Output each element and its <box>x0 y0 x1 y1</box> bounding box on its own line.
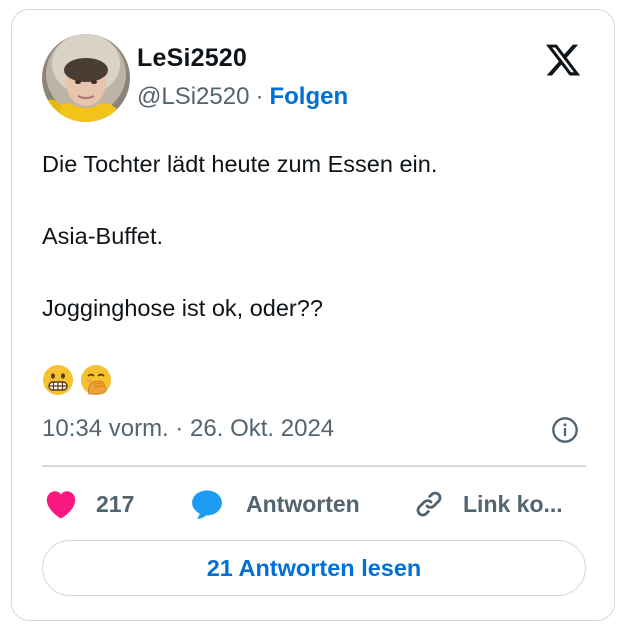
tweet-line: Jogginghose ist ok, oder?? <box>42 295 323 321</box>
tweet-embed-card: LeSi2520 @LSi2520 · Folgen Die Tochter läd… <box>11 9 615 621</box>
avatar[interactable] <box>42 34 130 122</box>
like-count: 217 <box>96 490 135 517</box>
read-replies-button[interactable]: 21 Antworten lesen <box>42 540 586 596</box>
x-logo-icon[interactable] <box>543 41 583 79</box>
link-icon <box>416 491 442 517</box>
face-with-hand-over-mouth-icon <box>80 364 112 396</box>
like-button[interactable]: 217 <box>44 484 134 524</box>
tweet-line: Asia-Buffet. <box>42 223 164 249</box>
display-name[interactable]: LeSi2520 <box>137 44 247 73</box>
handle-row: @LSi2520 · Folgen <box>137 83 348 111</box>
tweet-text: Die Tochter lädt heute zum Essen ein. As… <box>42 148 582 324</box>
copy-link-label: Link ko... <box>463 490 563 517</box>
copy-link-button[interactable]: Link ko... <box>413 484 563 524</box>
grimacing-face-icon <box>42 364 74 396</box>
follow-link[interactable]: Folgen <box>269 83 348 110</box>
emoji-row <box>42 364 114 398</box>
reply-label: Antworten <box>246 490 360 517</box>
heart-icon <box>46 491 76 519</box>
speech-bubble-icon <box>192 490 222 519</box>
avatar-image <box>42 34 130 122</box>
separator-dot: · <box>255 83 264 110</box>
tweet-timestamp[interactable]: 10:34 vorm. · 26. Okt. 2024 <box>42 415 334 443</box>
reply-button[interactable]: Antworten <box>190 484 360 524</box>
divider <box>42 465 586 467</box>
username-handle[interactable]: @LSi2520 <box>137 83 249 110</box>
tweet-line: Die Tochter lädt heute zum Essen ein. <box>42 151 438 177</box>
info-icon[interactable] <box>551 416 579 444</box>
